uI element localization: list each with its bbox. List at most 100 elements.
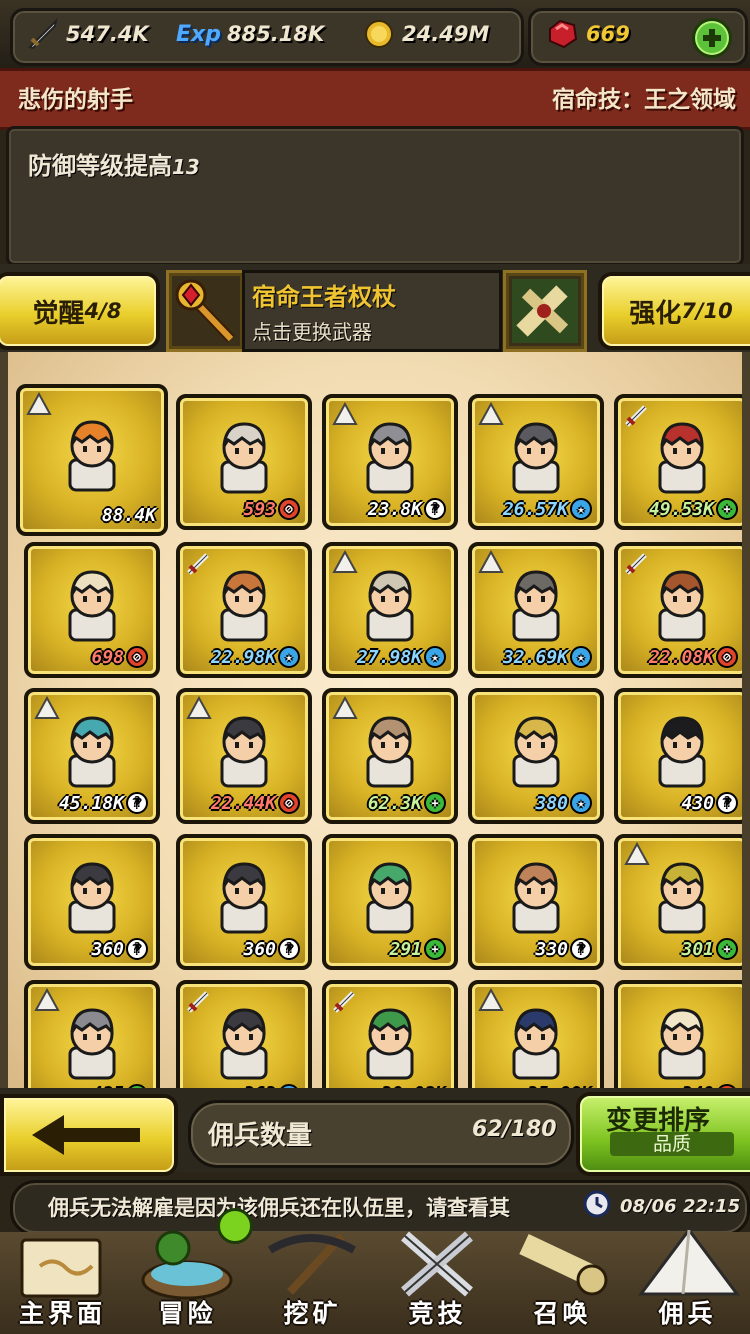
sword-tag-icon [187, 991, 209, 1013]
mercenary-portrait [658, 862, 706, 934]
mercenary-card[interactable]: 23.8K? [322, 394, 458, 530]
mercenary-portrait [220, 422, 268, 494]
sword-icon [28, 17, 58, 50]
destiny-skill: 宿命技：王之领域 [552, 87, 736, 113]
mercenary-power-value: 22.44K [210, 792, 276, 814]
mercenary-power-value: 62.3K [367, 792, 422, 814]
awaken-value: 4/8 [84, 299, 122, 323]
sort-mode: 品质 [610, 1132, 734, 1156]
mercenary-card[interactable]: 45.18K? [24, 688, 160, 824]
exp-resource: Exp 885.18K [176, 12, 324, 56]
mercenary-grid[interactable]: 88.4K 593 ⊘ 23.8K? 26.57K ★ 49.53K +698 ⊘ 22.98K ★… [0, 352, 750, 1088]
mercenary-portrait [366, 570, 414, 642]
nav-arena[interactable]: 竞技 [375, 1231, 500, 1334]
mercenary-card[interactable]: 32.69K ★ [468, 542, 604, 678]
crossed-swords-icon [401, 1231, 473, 1297]
change-weapon-hint: 点击更换武器 [252, 320, 372, 344]
mercenary-count-label: 佣兵数量 [208, 1121, 313, 1151]
mercenary-power-value: 23.8K [367, 498, 422, 520]
mercenary-portrait [512, 570, 560, 642]
plus-icon [703, 29, 721, 47]
mercenary-power: 301 + [681, 938, 738, 960]
mercenary-portrait [220, 862, 268, 934]
tent-tag-icon [332, 402, 358, 425]
mercenary-card[interactable]: 360? [176, 834, 312, 970]
mercenary-power: 62.3K + [368, 792, 446, 814]
back-button[interactable] [0, 1094, 178, 1176]
mercenary-power-value: 88.4K [101, 505, 156, 526]
mercenary-power-value: 593 [243, 498, 276, 520]
scroll-icon [512, 279, 578, 343]
nav-main-label: 主界面 [18, 1299, 106, 1328]
mercenary-card[interactable]: 698 ⊘ [24, 542, 160, 678]
server-time: 08/06 22:15 [620, 1196, 741, 1217]
white-class-badge-icon: ? [278, 938, 300, 960]
white-class-badge-icon: ? [126, 792, 148, 814]
gold-resource: 24.49M [362, 12, 489, 56]
weapon-slot[interactable] [166, 270, 246, 352]
mercenary-card[interactable]: 301 + [614, 834, 742, 970]
mercenary-card[interactable]: 22.98K ★ [176, 542, 312, 678]
mercenary-card[interactable]: 49.53K + [614, 394, 742, 530]
scroll-slot[interactable] [503, 270, 587, 352]
mercenary-portrait [220, 1008, 268, 1080]
add-gems-button[interactable] [692, 18, 732, 58]
sword-tag-icon [187, 553, 209, 575]
mercenary-portrait [658, 570, 706, 642]
mercenary-card[interactable]: 593 ⊘ [176, 394, 312, 530]
nav-main[interactable]: 主界面 [0, 1232, 125, 1334]
scepter-icon [175, 279, 235, 343]
mercenary-portrait [68, 570, 116, 642]
enhance-button[interactable]: 强化 7/10 [598, 272, 750, 350]
tent-tag-icon [332, 696, 358, 719]
mercenary-card[interactable]: 26.57K ★ [468, 394, 604, 530]
tent-tag-icon [186, 696, 212, 719]
mercenary-card[interactable]: 349⊘ [614, 980, 742, 1088]
red-class-badge-icon: ⊘ [716, 646, 738, 668]
mercenary-portrait [68, 1008, 116, 1080]
mercenary-card[interactable]: 363★ [176, 980, 312, 1088]
mercenary-card[interactable]: 380 ★ [468, 688, 604, 824]
exp-icon: Exp [176, 21, 221, 47]
mercenary-portrait [220, 570, 268, 642]
white-class-badge-icon: ? [126, 938, 148, 960]
exp-value: 885.18K [226, 22, 325, 46]
green-class-badge-icon: + [716, 938, 738, 960]
mercenary-card[interactable]: 425+ [24, 980, 160, 1088]
mercenary-card[interactable]: 38.02K [322, 980, 458, 1088]
gem-resource: 669 [544, 12, 630, 56]
mercenary-card[interactable]: 22.44K ⊘ [176, 688, 312, 824]
awaken-button[interactable]: 觉醒 4/8 [0, 272, 160, 350]
nav-mercenary-label: 佣兵 [658, 1299, 717, 1328]
mercenary-card[interactable]: 62.3K + [322, 688, 458, 824]
mercenary-card[interactable]: 291 + [322, 834, 458, 970]
mercenary-card[interactable]: 22.08K ⊘ [614, 542, 742, 678]
new-indicator-dot [217, 1208, 253, 1244]
mercenary-card[interactable]: 35.88K [468, 980, 604, 1088]
mercenary-portrait [512, 1008, 560, 1080]
mercenary-card-selected[interactable]: 88.4K [16, 384, 168, 536]
mercenary-card[interactable]: 27.98K ★ [322, 542, 458, 678]
nav-mining-label: 挖矿 [283, 1299, 342, 1328]
nav-adventure-label: 冒险 [158, 1299, 217, 1328]
mercenary-card[interactable]: 360? [24, 834, 160, 970]
white-class-badge-icon: ? [424, 498, 446, 520]
mercenary-power: 22.08K ⊘ [649, 646, 738, 668]
mercenary-power-value: 49.53K [648, 498, 714, 520]
mercenary-power: 330? [535, 938, 592, 960]
red-class-badge-icon: ⊘ [278, 498, 300, 520]
nav-mining[interactable]: 挖矿 [250, 1232, 375, 1334]
hero-name: 悲伤的射手 [18, 87, 133, 113]
summon-scroll-icon [519, 1234, 608, 1296]
sword-tag-icon [333, 991, 355, 1013]
mercenary-card[interactable]: 430? [614, 688, 742, 824]
green-class-badge-icon: + [716, 498, 738, 520]
blue-class-badge-icon: ★ [278, 646, 300, 668]
nav-mercenary[interactable]: 佣兵 [625, 1227, 750, 1334]
mercenary-power: 430? [681, 792, 738, 814]
blue-class-badge-icon: ★ [570, 792, 592, 814]
nav-adventure[interactable]: 冒险 [125, 1208, 253, 1334]
nav-summon[interactable]: 召唤 [500, 1232, 625, 1334]
mercenary-power-value: 32.69K [502, 646, 568, 668]
mercenary-card[interactable]: 330? [468, 834, 604, 970]
